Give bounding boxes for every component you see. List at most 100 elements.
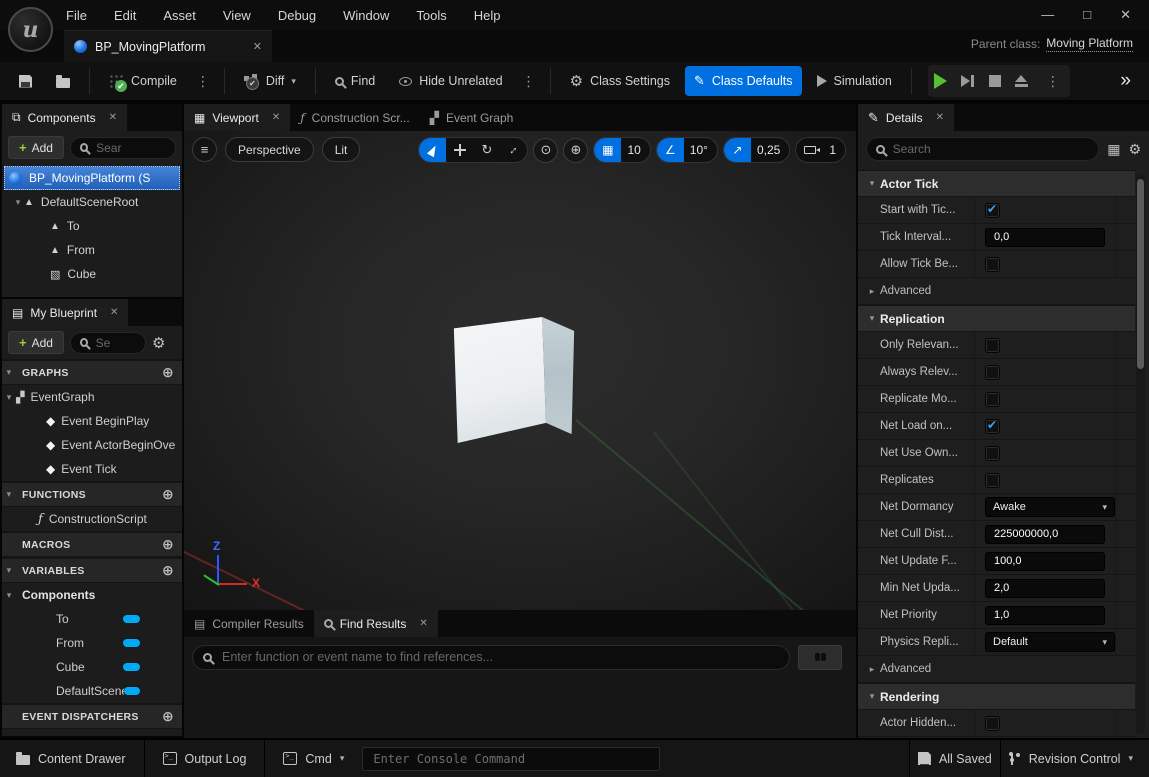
- details-row[interactable]: Advanced ▾: [858, 656, 1135, 683]
- checkbox[interactable]: [985, 419, 1000, 434]
- my-blueprint-row[interactable]: EVENT DISPATCHERS ⊕: [2, 703, 182, 729]
- details-row[interactable]: Allow Tick Be... ▾: [858, 251, 1135, 278]
- expander-icon[interactable]: [2, 565, 16, 576]
- details-scrollbar[interactable]: [1136, 174, 1145, 734]
- details-row[interactable]: Always Relev... ▾: [858, 359, 1135, 386]
- menu-item[interactable]: View: [223, 8, 251, 23]
- close-icon[interactable]: ✕: [419, 618, 427, 629]
- checkbox[interactable]: [985, 392, 1000, 407]
- select-tool-button[interactable]: [419, 137, 446, 163]
- tab-viewport[interactable]: ▦ Viewport ✕: [184, 104, 290, 131]
- add-circle-icon[interactable]: ⊕: [162, 536, 182, 553]
- details-row[interactable]: Only Relevan... ▾: [858, 332, 1135, 359]
- diff-button[interactable]: Diff ▾: [235, 66, 305, 96]
- camera-speed-value[interactable]: 1: [823, 143, 845, 157]
- cube-mesh[interactable]: [450, 317, 578, 443]
- menu-item[interactable]: Window: [343, 8, 389, 23]
- grid-snap-toggle[interactable]: ▦: [594, 137, 621, 163]
- details-row[interactable]: Replicate Mo... ▾: [858, 386, 1135, 413]
- expander-icon[interactable]: [864, 178, 880, 189]
- gear-icon[interactable]: ⚙: [1128, 141, 1141, 158]
- rotation-snap-toggle[interactable]: ∠: [657, 137, 684, 163]
- components-search[interactable]: [70, 137, 176, 159]
- details-row[interactable]: Net Load on... ▾: [858, 413, 1135, 440]
- checkbox[interactable]: [985, 716, 1000, 731]
- add-circle-icon[interactable]: ⊕: [162, 364, 182, 381]
- viewport-menu-icon[interactable]: ≡: [192, 137, 217, 162]
- components-tab[interactable]: ⧉ Components ✕: [2, 104, 127, 131]
- menu-item[interactable]: Help: [474, 8, 501, 23]
- content-drawer-button[interactable]: Content Drawer: [8, 740, 134, 777]
- close-icon[interactable]: ✕: [936, 112, 944, 123]
- console-command-input[interactable]: [371, 751, 651, 767]
- my-blueprint-row[interactable]: DefaultScene ⊕: [2, 679, 182, 703]
- my-blueprint-row[interactable]: ConstructionScript ⊕: [2, 507, 182, 531]
- display-filter-icon[interactable]: ▦: [1107, 141, 1120, 158]
- console-command-field[interactable]: [362, 747, 660, 771]
- add-circle-icon[interactable]: ⊕: [162, 562, 182, 579]
- add-circle-icon[interactable]: ⊕: [162, 708, 182, 725]
- maximize-icon[interactable]: □: [1083, 7, 1091, 23]
- details-row[interactable]: Start with Tic... ▾: [858, 197, 1135, 224]
- scale-snap-toggle[interactable]: ↗: [724, 137, 751, 163]
- tree-row[interactable]: ▲ From: [2, 238, 182, 262]
- move-tool-button[interactable]: [446, 137, 473, 163]
- details-row[interactable]: Physics Repli... Default Default▾: [858, 629, 1135, 656]
- viewport-3d[interactable]: Z X ≡ Perspective Lit ↻ ↕ ⊙ ⊕ ▦ 10 ∠ 10°: [184, 131, 856, 610]
- tab-construction-script[interactable]: ƒ Construction Scr...: [290, 104, 420, 131]
- close-icon[interactable]: ✕: [109, 112, 117, 123]
- value-input[interactable]: 100,0: [985, 552, 1105, 571]
- my-blueprint-row[interactable]: Event BeginPlay ⊕: [2, 409, 182, 433]
- dropdown[interactable]: Awake▾: [985, 497, 1115, 517]
- details-search-input[interactable]: [891, 141, 1090, 157]
- close-icon[interactable]: ✕: [1120, 7, 1131, 23]
- play-options-icon[interactable]: ⋮: [1042, 73, 1064, 90]
- rotate-tool-button[interactable]: ↻: [473, 137, 500, 163]
- components-search-input[interactable]: [94, 140, 166, 156]
- expander-icon[interactable]: [2, 392, 16, 403]
- scrollbar-thumb[interactable]: [1137, 179, 1144, 369]
- details-row[interactable]: Actor Hidden... ▾: [858, 710, 1135, 737]
- camera-speed-button[interactable]: [796, 137, 823, 163]
- simulation-button[interactable]: Simulation: [808, 66, 901, 96]
- close-icon[interactable]: ✕: [272, 112, 280, 123]
- hide-unrelated-options-icon[interactable]: ⋮: [518, 73, 540, 90]
- expander-icon[interactable]: [864, 664, 880, 675]
- details-row[interactable]: Actor Tick ▾: [858, 170, 1135, 197]
- find-search-input[interactable]: [220, 649, 779, 665]
- my-blueprint-row[interactable]: From ⊕: [2, 631, 182, 655]
- gear-icon[interactable]: ⚙: [152, 334, 165, 352]
- details-row[interactable]: Net Dormancy Awake Awake▾: [858, 494, 1135, 521]
- expander-icon[interactable]: [864, 313, 880, 324]
- my-blueprint-row[interactable]: Components ⊕: [2, 583, 182, 607]
- toolbar-overflow-icon[interactable]: »: [1120, 70, 1139, 92]
- my-blueprint-row[interactable]: Event Tick ⊕: [2, 457, 182, 481]
- value-input[interactable]: 0,0: [985, 228, 1105, 247]
- menu-item[interactable]: Asset: [163, 8, 196, 23]
- details-row[interactable]: Min Net Upda... 2,0 2,0▾: [858, 575, 1135, 602]
- menu-item[interactable]: Edit: [114, 8, 136, 23]
- asset-tab[interactable]: BP_MovingPlatform ✕: [64, 30, 272, 62]
- details-row[interactable]: Rendering ▾: [858, 683, 1135, 710]
- expander-icon[interactable]: [2, 489, 16, 500]
- scale-snap-value[interactable]: 0,25: [751, 143, 789, 157]
- my-blueprint-search-input[interactable]: [94, 335, 136, 351]
- value-input[interactable]: 2,0: [985, 579, 1105, 598]
- expander-icon[interactable]: [2, 590, 16, 601]
- browse-button[interactable]: [47, 66, 79, 96]
- local-coordinate-button[interactable]: ⊕: [563, 138, 588, 163]
- my-blueprint-row[interactable]: Event ActorBeginOve ⊕: [2, 433, 182, 457]
- hide-unrelated-button[interactable]: Hide Unrelated: [390, 66, 511, 96]
- minimize-icon[interactable]: —: [1041, 7, 1054, 23]
- my-blueprint-row[interactable]: MACROS ⊕: [2, 531, 182, 557]
- details-row[interactable]: Net Use Own... ▾: [858, 440, 1135, 467]
- tree-row-root[interactable]: BP_MovingPlatform (S: [4, 166, 180, 190]
- details-row[interactable]: Advanced ▾: [858, 278, 1135, 305]
- tab-find-results[interactable]: Find Results ✕: [314, 610, 438, 637]
- checkbox[interactable]: [985, 203, 1000, 218]
- expander-icon[interactable]: [864, 691, 880, 702]
- value-input[interactable]: 1,0: [985, 606, 1105, 625]
- details-row[interactable]: Replicates ▾: [858, 467, 1135, 494]
- add-circle-icon[interactable]: ⊕: [162, 486, 182, 503]
- add-component-button[interactable]: + Add: [8, 136, 64, 159]
